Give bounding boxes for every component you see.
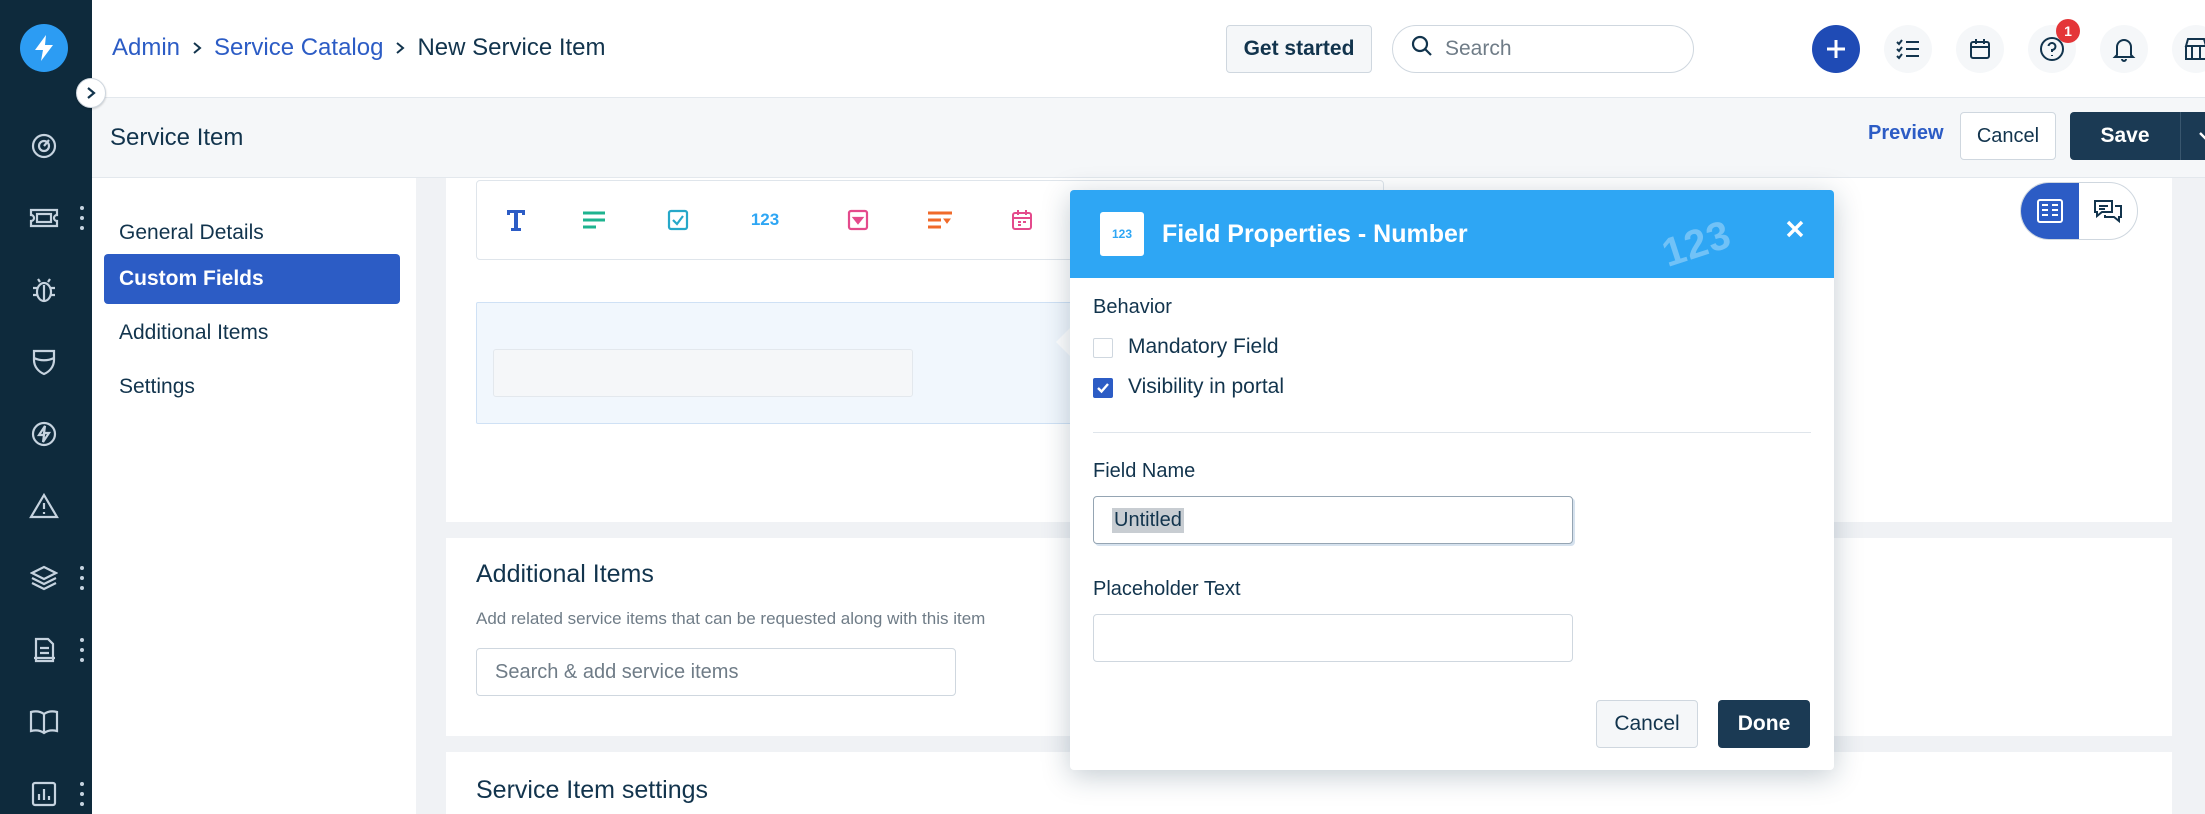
save-button[interactable]: Save [2070,112,2205,160]
dialog-cancel-button[interactable]: Cancel [1596,700,1698,748]
nav-custom-fields[interactable]: Custom Fields [104,254,400,304]
tickets-icon[interactable] [24,198,64,238]
chevron-right-icon [192,41,202,55]
new-item-plus-button[interactable] [1812,25,1860,73]
close-icon[interactable] [1780,214,1810,244]
visibility-portal-label: Visibility in portal [1128,375,1285,398]
top-header: Admin Service Catalog New Service Item G… [92,0,2205,98]
page-subheader: Service Item Preview Cancel Save [92,98,2205,178]
dialog-divider [1093,432,1811,433]
additional-items-heading: Additional Items [476,560,654,588]
mandatory-field-label: Mandatory Field [1128,335,1279,358]
dropdown-icon[interactable] [843,205,873,235]
help-notification-badge: 1 [2056,19,2080,43]
text-field-icon[interactable] [501,205,531,235]
popover-arrow [1056,328,1070,356]
mandatory-field-checkbox[interactable] [1093,338,1113,358]
calendar-icon[interactable] [1956,25,2004,73]
reports-chart-icon[interactable] [24,774,64,814]
alerts-warning-icon[interactable] [24,486,64,526]
dialog-done-button[interactable]: Done [1718,700,1810,748]
assets-more-icon[interactable] [78,566,86,590]
tickets-more-icon[interactable] [78,206,86,230]
number-type-icon: 123 [1100,212,1144,256]
paragraph-icon[interactable] [579,205,609,235]
dialog-title: Field Properties - Number [1162,220,1468,248]
number-watermark: 123 [1656,212,1737,276]
checkbox-icon[interactable] [663,205,693,235]
nav-settings[interactable]: Settings [104,362,400,412]
service-item-settings-heading: Service Item settings [476,776,709,804]
service-items-search-input[interactable]: Search & add service items [476,648,956,696]
changes-shield-icon[interactable] [24,342,64,382]
problems-bug-icon[interactable] [24,270,64,310]
field-name-label: Field Name [1093,460,1196,482]
additional-items-description: Add related service items that can be re… [476,609,986,628]
placeholder-text-label: Placeholder Text [1093,578,1241,600]
get-started-button[interactable]: Get started [1226,25,1372,73]
breadcrumb: Admin Service Catalog New Service Item [112,34,606,62]
global-search-input[interactable]: Search [1392,25,1694,73]
contracts-icon[interactable] [24,630,64,670]
assets-layers-icon[interactable] [24,558,64,598]
view-toggle [2020,182,2138,240]
solutions-book-icon[interactable] [24,702,64,742]
chevron-down-icon[interactable] [2180,112,2205,160]
breadcrumb-admin[interactable]: Admin [112,34,180,62]
number-field-icon[interactable]: 123 [745,205,785,235]
breadcrumb-current: New Service Item [417,34,606,61]
page-title: Service Item [110,124,244,151]
nav-additional-items[interactable]: Additional Items [104,308,400,358]
dashboard-icon[interactable] [24,126,64,166]
behavior-label: Behavior [1093,296,1172,318]
app-rail [0,0,92,814]
cancel-button[interactable]: Cancel [1960,112,2056,160]
marketplace-store-icon[interactable] [2172,25,2205,73]
conversation-view-icon[interactable] [2079,183,2137,239]
preview-link[interactable]: Preview [1868,122,1944,145]
visibility-portal-checkbox[interactable] [1093,378,1113,398]
field-properties-dialog: 123 Field Properties - Number 123 Behavi… [1070,190,1834,770]
reports-more-icon[interactable] [78,782,86,806]
chevron-right-icon [395,41,406,55]
releases-bolt-icon[interactable] [24,414,64,454]
field-name-value: Untitled [1112,507,1184,533]
dialog-header: 123 Field Properties - Number 123 [1070,190,1834,278]
save-button-label: Save [2100,124,2150,147]
search-icon [1411,35,1433,63]
todo-list-icon[interactable] [1884,25,1932,73]
field-name-input[interactable]: Untitled [1093,496,1573,544]
breadcrumb-service-catalog[interactable]: Service Catalog [214,34,383,62]
service-item-nav: General Details Custom Fields Additional… [92,178,416,814]
placeholder-text-input[interactable] [1093,614,1573,662]
date-field-icon[interactable] [1007,205,1037,235]
contracts-more-icon[interactable] [78,638,86,662]
app-logo-icon[interactable] [20,24,68,72]
notifications-bell-icon[interactable] [2100,25,2148,73]
multi-select-icon[interactable] [925,205,955,235]
expand-sidebar-button[interactable] [76,78,106,108]
number-field-preview[interactable] [493,349,913,397]
form-view-icon[interactable] [2021,183,2079,239]
search-placeholder: Search [1445,37,1512,60]
help-icon[interactable]: 1 [2028,19,2080,73]
nav-general-details[interactable]: General Details [104,208,400,258]
